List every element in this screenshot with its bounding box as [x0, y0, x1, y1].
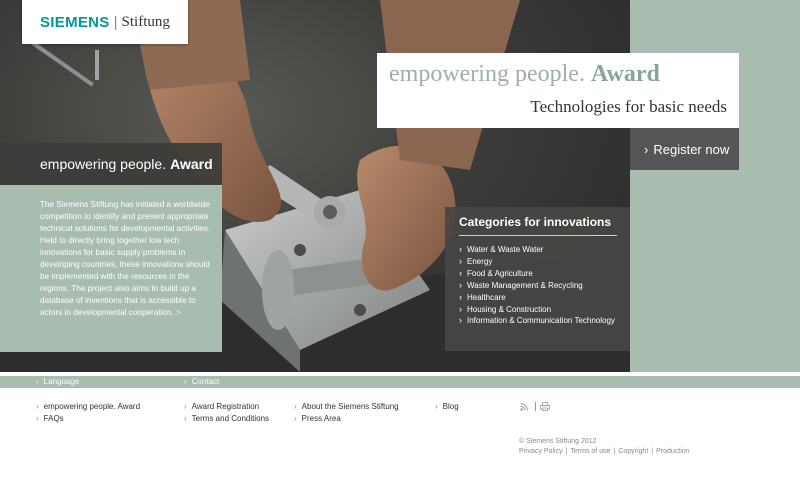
legal-separator: | — [565, 448, 568, 455]
hero-section: SIEMENS | Stiftung empowering people. Aw… — [0, 0, 800, 372]
logo-separator: | — [113, 13, 118, 31]
chevron-right-icon: › — [644, 141, 649, 157]
award-subtitle: Technologies for basic needs — [530, 97, 727, 116]
legal-separator: | — [613, 448, 616, 455]
production-link[interactable]: Production — [656, 448, 689, 455]
language-link[interactable]: Language — [36, 376, 80, 388]
logo-name: Stiftung — [121, 13, 170, 30]
legal-links: Privacy Policy | Terms of use | Copyright | Pr… — [519, 448, 690, 455]
print-icon[interactable] — [540, 402, 550, 411]
footer-link-faqs[interactable]: FAQs — [36, 414, 64, 423]
copyright-text: © Siemens Stiftung 2012 — [519, 438, 597, 445]
footer-link-terms[interactable]: Terms and Conditions — [184, 414, 269, 423]
categories-title: Categories for innovations — [459, 215, 617, 236]
intro-title-light: empowering people. — [40, 156, 167, 172]
award-heading-light: empowering people. — [389, 61, 585, 87]
award-banner: empowering people. Award Technologies fo… — [377, 53, 739, 128]
terms-of-use-link[interactable]: Terms of use — [570, 448, 610, 455]
footer-link-empowering[interactable]: empowering people. Award — [36, 402, 140, 411]
categories-list: Water & Waste Water Energy Food & Agricu… — [459, 244, 630, 327]
category-item-water[interactable]: Water & Waste Water — [459, 244, 630, 256]
register-button-label: Register now — [653, 141, 730, 157]
category-item-waste[interactable]: Waste Management & Recycling — [459, 280, 630, 292]
footer-link-blog[interactable]: Blog — [435, 402, 459, 411]
category-item-housing[interactable]: Housing & Construction — [459, 304, 630, 316]
intro-body: The Siemens Stiftung has initiated a wor… — [40, 200, 211, 317]
award-heading-bold: Award — [590, 61, 660, 87]
privacy-policy-link[interactable]: Privacy Policy — [519, 448, 563, 455]
logo-brand: SIEMENS — [40, 13, 110, 31]
footer-link-about[interactable]: About the Siemens Stiftung — [294, 402, 399, 411]
category-item-energy[interactable]: Energy — [459, 256, 630, 268]
intro-title: empowering people. Award — [0, 143, 222, 185]
icon-divider — [535, 402, 536, 411]
category-item-healthcare[interactable]: Healthcare — [459, 292, 630, 304]
register-button[interactable]: › Register now — [630, 128, 739, 170]
legal-separator: | — [651, 448, 654, 455]
intro-title-bold: Award — [170, 156, 213, 172]
rss-icon[interactable] — [520, 403, 528, 411]
contact-link[interactable]: Contact — [184, 376, 220, 388]
award-heading: empowering people. Award — [389, 61, 660, 88]
category-item-food[interactable]: Food & Agriculture — [459, 268, 630, 280]
categories-panel: Categories for innovations Water & Waste… — [445, 207, 630, 351]
siemens-stiftung-logo[interactable]: SIEMENS | Stiftung — [22, 0, 188, 44]
footer-link-press[interactable]: Press Area — [294, 414, 341, 423]
footer-link-registration[interactable]: Award Registration — [184, 402, 259, 411]
footer-bar: Language Contact — [0, 376, 800, 388]
intro-description: The Siemens Stiftung has initiated a wor… — [0, 185, 222, 352]
read-more-link[interactable]: > — [176, 308, 181, 317]
copyright-link[interactable]: Copyright — [618, 448, 648, 455]
category-item-ict[interactable]: Information & Communication Technology — [459, 315, 630, 327]
